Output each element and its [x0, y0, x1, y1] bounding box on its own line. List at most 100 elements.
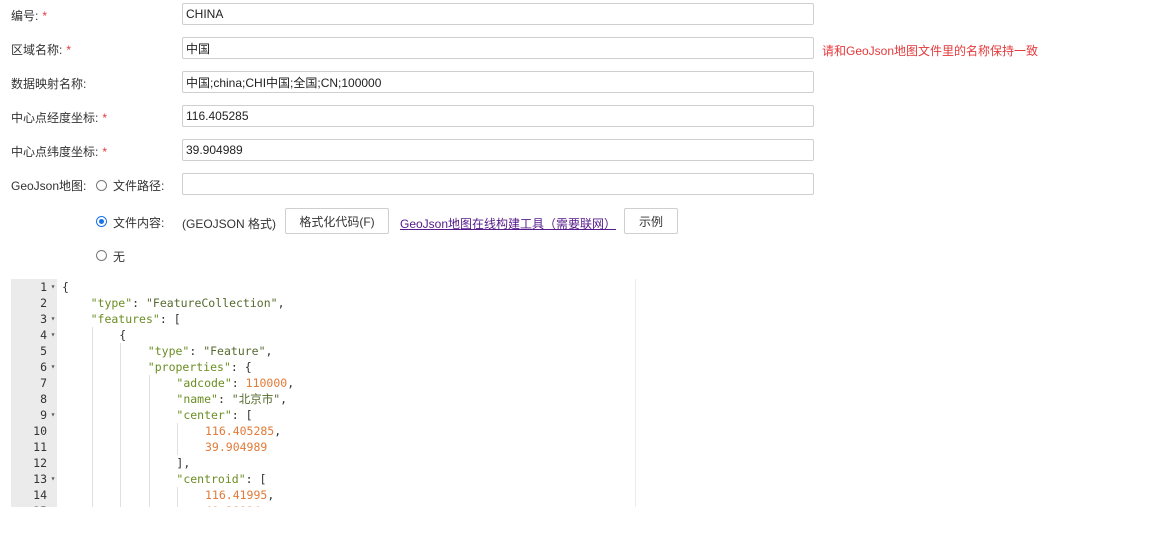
- fold-toggle-icon[interactable]: ▾: [49, 471, 57, 487]
- region-name-input[interactable]: [182, 37, 814, 59]
- code-text: "type": "FeatureCollection",: [90, 296, 285, 310]
- indent-guide: [91, 343, 93, 359]
- geojson-none-row: 无: [0, 245, 1156, 269]
- code-input[interactable]: [182, 3, 814, 25]
- code-line: 13 ▾ "centroid": [: [11, 471, 636, 487]
- indent-guide: [148, 423, 150, 439]
- mapping-name-row: 数据映射名称:: [0, 71, 1156, 95]
- code-text: "center": [: [176, 408, 253, 422]
- indent-guide: [177, 487, 179, 503]
- mapping-name-input[interactable]: [182, 71, 814, 93]
- geojson-format-note: (GEOJSON 格式): [182, 217, 277, 231]
- indent-guide: [148, 407, 150, 423]
- indent-guide: [91, 503, 93, 507]
- line-number: 13: [33, 472, 47, 486]
- line-number: 8: [40, 392, 47, 406]
- region-name-hint: 请和GeoJson地图文件里的名称保持一致: [822, 44, 1039, 58]
- code-text: 40.18994: [205, 503, 260, 507]
- required-mark: *: [66, 43, 72, 57]
- fold-toggle-icon[interactable]: ▾: [49, 311, 57, 327]
- indent-guide: [148, 375, 150, 391]
- indent-guide: [148, 455, 150, 471]
- indent-guide: [91, 423, 93, 439]
- indent-guide: [120, 375, 122, 391]
- indent-guide: [91, 359, 93, 375]
- line-number: 4: [40, 328, 47, 342]
- code-line: 14 116.41995,: [11, 487, 636, 503]
- indent-guide: [148, 487, 150, 503]
- radio-file-path[interactable]: [96, 180, 107, 191]
- code-text: 116.405285,: [205, 424, 282, 438]
- fold-toggle-icon[interactable]: ▾: [49, 359, 57, 375]
- radio-file-content-label: 文件内容:: [113, 216, 165, 230]
- indent-guide: [177, 439, 179, 455]
- indent-guide: [120, 343, 122, 359]
- center-lng-input[interactable]: [182, 105, 814, 127]
- region-name-label: 区域名称: *: [11, 43, 72, 57]
- region-name-row: 区域名称:* 请和GeoJson地图文件里的名称保持一致: [0, 37, 1156, 61]
- line-number: 3: [40, 312, 47, 326]
- code-text: {: [119, 328, 127, 342]
- indent-guide: [120, 487, 122, 503]
- code-line: 4 ▾ {: [11, 327, 636, 343]
- format-code-button[interactable]: 格式化代码(F): [285, 208, 389, 234]
- code-text: "properties": {: [147, 360, 252, 374]
- code-line: 3 ▾ "features": [: [11, 311, 636, 327]
- code-line: 11 39.904989: [11, 439, 636, 455]
- indent-guide: [148, 439, 150, 455]
- indent-guide: [120, 359, 122, 375]
- required-mark: *: [42, 9, 48, 23]
- indent-guide: [91, 487, 93, 503]
- indent-guide: [91, 407, 93, 423]
- code-text: 39.904989: [205, 440, 268, 454]
- indent-guide: [91, 455, 93, 471]
- indent-guide: [177, 503, 179, 507]
- indent-guide: [91, 375, 93, 391]
- radio-none-label: 无: [113, 250, 126, 264]
- center-lat-input[interactable]: [182, 139, 814, 161]
- fold-toggle-icon[interactable]: ▾: [49, 327, 57, 343]
- indent-guide: [177, 423, 179, 439]
- file-path-input[interactable]: [182, 173, 814, 195]
- line-number: 12: [33, 456, 47, 470]
- required-mark: *: [102, 111, 108, 125]
- code-text: {: [62, 280, 69, 294]
- example-button[interactable]: 示例: [624, 208, 678, 234]
- code-label: 编号: *: [11, 9, 48, 23]
- geojson-code-editor[interactable]: 1 ▾{2 "type": "FeatureCollection", 3 ▾ "featu…: [11, 279, 636, 507]
- fold-toggle-icon[interactable]: ▾: [49, 407, 57, 423]
- center-lat-row: 中心点纬度坐标: *: [0, 139, 1156, 163]
- code-text: ],: [176, 456, 191, 470]
- indent-guide: [120, 471, 122, 487]
- line-number: 14: [33, 488, 47, 502]
- geojson-tool-link[interactable]: GeoJson地图在线构建工具（需要联网）: [400, 215, 616, 232]
- mapping-name-label: 数据映射名称:: [11, 77, 87, 91]
- code-line: 6 ▾ "properties": {: [11, 359, 636, 375]
- indent-guide: [120, 503, 122, 507]
- line-number: 11: [33, 440, 47, 454]
- line-number: 7: [40, 376, 47, 390]
- geojson-path-row: GeoJson地图: 文件路径:: [0, 173, 1156, 197]
- radio-none[interactable]: [96, 250, 107, 261]
- code-line: 2 "type": "FeatureCollection",: [11, 295, 636, 311]
- indent-guide: [120, 439, 122, 455]
- line-number: 2: [40, 296, 47, 310]
- indent-guide: [120, 391, 122, 407]
- center-lat-label: 中心点纬度坐标: *: [11, 145, 108, 159]
- indent-guide: [91, 327, 93, 343]
- code-text: "features": [: [90, 312, 181, 326]
- code-row: 编号: *: [0, 3, 1156, 27]
- indent-guide: [148, 503, 150, 507]
- geojson-content-row: 文件内容: (GEOJSON 格式) 格式化代码(F) GeoJson地图在线构…: [0, 208, 1156, 236]
- code-text: "adcode": 110000,: [176, 376, 295, 390]
- radio-file-content[interactable]: [96, 216, 107, 227]
- code-text: "type": "Feature",: [147, 344, 273, 358]
- indent-guide: [91, 471, 93, 487]
- code-line: 9 ▾ "center": [: [11, 407, 636, 423]
- line-number: 5: [40, 344, 47, 358]
- indent-guide: [120, 455, 122, 471]
- code-text: "name": "北京市",: [176, 392, 288, 406]
- indent-guide: [120, 423, 122, 439]
- code-line: 10 116.405285,: [11, 423, 636, 439]
- fold-toggle-icon[interactable]: ▾: [49, 279, 57, 295]
